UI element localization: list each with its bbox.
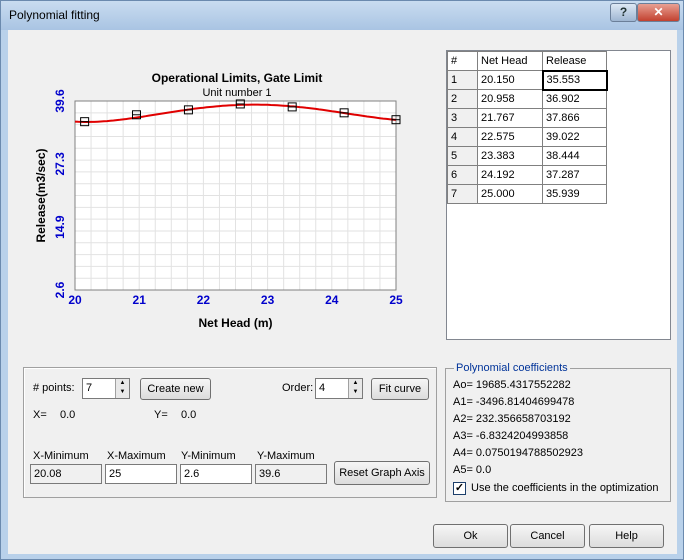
coefficient-a3: A3= -6.8324204993858: [453, 430, 569, 442]
release-cell[interactable]: 36.902: [542, 89, 607, 109]
x-tick-label: 23: [261, 293, 275, 307]
table-row: 2 20.958 36.902: [447, 89, 607, 109]
net-head-cell[interactable]: 21.767: [477, 108, 543, 128]
x-readout-value: 0.0: [60, 409, 76, 421]
net-head-cell[interactable]: 25.000: [477, 184, 543, 204]
x-readout-label: X=: [33, 409, 47, 421]
data-table-panel[interactable]: # Net Head Release 1 20.150 35.553 2 20.…: [446, 50, 671, 340]
order-stepper[interactable]: 4 ▲ ▼: [315, 378, 363, 399]
checkbox-check-icon[interactable]: ✓: [453, 482, 466, 495]
points-value: 7: [86, 382, 93, 394]
coefficient-a5: A5= 0.0: [453, 464, 492, 476]
y-max-label: Y-Maximum: [257, 450, 315, 462]
table-row: 6 24.192 37.287: [447, 165, 607, 185]
data-table: # Net Head Release 1 20.150 35.553 2 20.…: [447, 51, 608, 204]
release-cell[interactable]: 37.287: [542, 165, 607, 185]
polynomial-coefficients-group: Polynomial coefficients Ao= 19685.431755…: [445, 362, 671, 502]
order-value: 4: [319, 382, 326, 394]
col-header-release: Release: [542, 51, 607, 71]
release-cell[interactable]: 35.553: [541, 69, 608, 91]
col-header-net-head: Net Head: [477, 51, 543, 71]
y-readout-label: Y=: [154, 409, 168, 421]
dialog-client: Operational Limits, Gate Limit Unit numb…: [8, 30, 677, 554]
spin-down-icon[interactable]: ▼: [349, 388, 362, 397]
coefficients-legend: Polynomial coefficients: [454, 362, 570, 374]
cancel-button[interactable]: Cancel: [510, 524, 585, 548]
order-spin-arrows[interactable]: ▲ ▼: [348, 379, 362, 398]
spin-up-icon[interactable]: ▲: [349, 379, 362, 388]
x-tick-label: 24: [325, 293, 339, 307]
coefficient-a1: A1= -3496.81404699478: [453, 396, 575, 408]
net-head-cell[interactable]: 20.958: [477, 89, 543, 109]
net-head-cell[interactable]: 22.575: [477, 127, 543, 147]
help-button[interactable]: Help: [589, 524, 664, 548]
help-icon[interactable]: ?: [610, 3, 637, 22]
y-tick-label: 14.9: [53, 215, 67, 239]
x-axis-label: Net Head (m): [198, 316, 272, 330]
row-index: 4: [447, 127, 478, 147]
row-index: 2: [447, 89, 478, 109]
dialog-window: Polynomial fitting ? ✕ Operational Limit…: [0, 0, 684, 560]
table-header-row: # Net Head Release: [447, 51, 607, 71]
x-tick-label: 21: [133, 293, 147, 307]
release-cell[interactable]: 35.939: [542, 184, 607, 204]
window-title: Polynomial fitting: [9, 8, 100, 22]
y-min-field[interactable]: 2.6: [180, 464, 252, 484]
coefficient-a4: A4= 0.0750194788502923: [453, 447, 583, 459]
reset-graph-axis-button[interactable]: Reset Graph Axis: [334, 461, 430, 485]
spin-up-icon[interactable]: ▲: [116, 379, 129, 388]
row-index: 5: [447, 146, 478, 166]
row-index: 7: [447, 184, 478, 204]
y-max-field[interactable]: 39.6: [255, 464, 327, 484]
table-row: 3 21.767 37.866: [447, 108, 607, 128]
net-head-cell[interactable]: 23.383: [477, 146, 543, 166]
spin-down-icon[interactable]: ▼: [116, 388, 129, 397]
release-cell[interactable]: 39.022: [542, 127, 607, 147]
net-head-cell[interactable]: 20.150: [477, 70, 543, 90]
net-head-cell[interactable]: 24.192: [477, 165, 543, 185]
release-cell[interactable]: 38.444: [542, 146, 607, 166]
x-min-field[interactable]: 20.08: [30, 464, 102, 484]
col-header-index: #: [447, 51, 478, 71]
row-index: 3: [447, 108, 478, 128]
points-stepper[interactable]: 7 ▲ ▼: [82, 378, 130, 399]
y-tick-label: 2.6: [53, 281, 67, 298]
fit-curve-button[interactable]: Fit curve: [371, 378, 429, 400]
chart: Operational Limits, Gate Limit Unit numb…: [8, 30, 438, 340]
row-index: 6: [447, 165, 478, 185]
chart-svg: 20 21 22 23 24 25 2.6 14.9 27.3 39.6 Net Head (m) R…: [34, 89, 403, 330]
x-min-label: X-Minimum: [33, 450, 89, 462]
y-axis-label: Release(m3/sec): [34, 148, 48, 242]
row-index: 1: [447, 70, 478, 90]
table-row: 4 22.575 39.022: [447, 127, 607, 147]
release-cell[interactable]: 37.866: [542, 108, 607, 128]
coefficient-a2: A2= 232.356658703192: [453, 413, 571, 425]
controls-panel: # points: 7 ▲ ▼ Create new Order: 4 ▲ ▼ …: [23, 367, 437, 498]
y-tick-label: 27.3: [53, 152, 67, 176]
points-spin-arrows[interactable]: ▲ ▼: [115, 379, 129, 398]
use-coefficients-label: Use the coefficients in the optimization: [471, 482, 659, 494]
create-new-button[interactable]: Create new: [140, 378, 211, 400]
table-row: 7 25.000 35.939: [447, 184, 607, 204]
close-icon[interactable]: ✕: [637, 3, 680, 22]
table-row: 1 20.150 35.553: [447, 69, 608, 91]
order-label: Order:: [282, 382, 314, 394]
ok-button[interactable]: Ok: [433, 524, 508, 548]
y-tick-label: 39.6: [53, 89, 67, 113]
x-tick-label: 22: [197, 293, 211, 307]
points-label: # points:: [33, 382, 75, 394]
coefficient-a0: Ao= 19685.4317552282: [453, 379, 571, 391]
x-max-label: X-Maximum: [107, 450, 166, 462]
x-tick-label: 20: [68, 293, 82, 307]
x-tick-label: 25: [389, 293, 403, 307]
table-row: 5 23.383 38.444: [447, 146, 607, 166]
x-max-field[interactable]: 25: [105, 464, 177, 484]
title-bar[interactable]: Polynomial fitting ? ✕: [1, 1, 683, 30]
y-min-label: Y-Minimum: [181, 450, 236, 462]
y-readout-value: 0.0: [181, 409, 197, 421]
